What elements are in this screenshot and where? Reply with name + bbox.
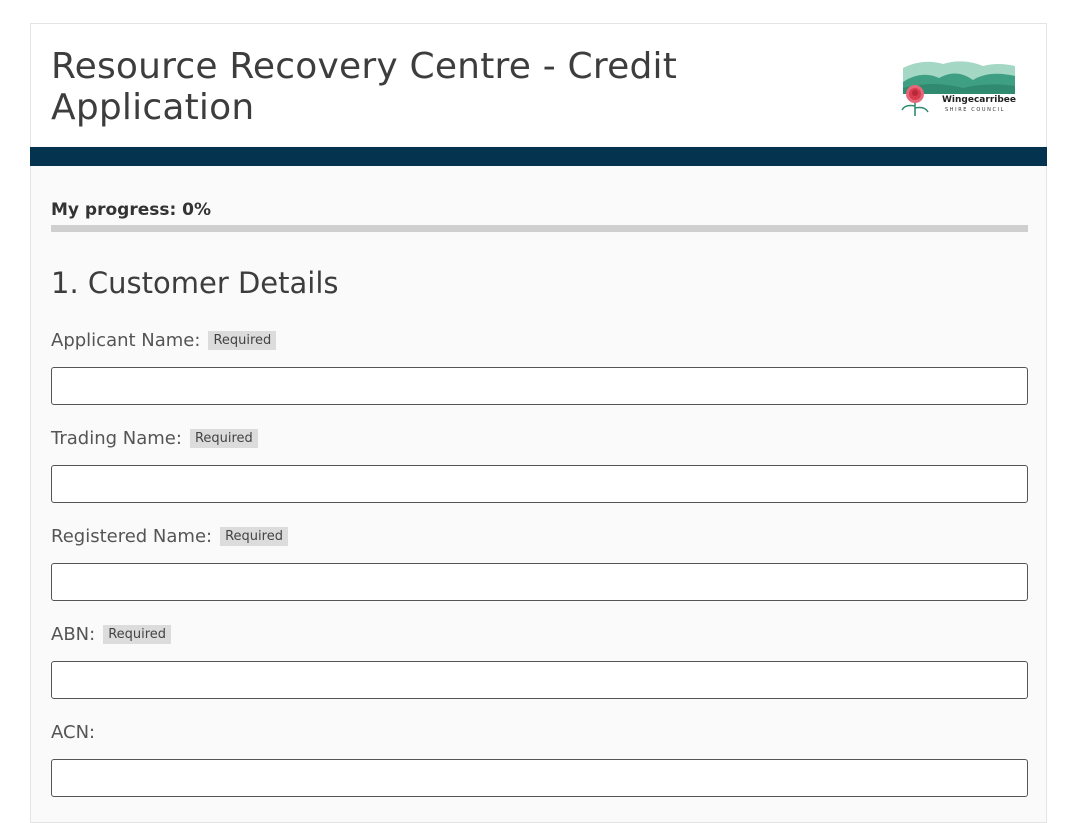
progress-bar [51,225,1028,232]
form-header: Resource Recovery Centre - Credit Applic… [31,24,1046,146]
field-label-text: Registered Name: [51,526,213,547]
applicant-name-label: Applicant Name: Required [51,330,277,351]
form-page: Resource Recovery Centre - Credit Applic… [30,23,1047,823]
required-badge: Required [103,625,172,644]
progress-label: My progress: 0% [51,200,212,220]
required-badge: Required [208,331,277,350]
required-badge: Required [189,429,258,448]
registered-name-input[interactable] [51,563,1028,601]
council-logo: Wingecarribee SHIRE COUNCIL [893,58,1019,120]
abn-label: ABN: Required [51,624,172,645]
trading-name-label: Trading Name: Required [51,428,258,449]
section-title: 1. Customer Details [51,266,339,300]
acn-input[interactable] [51,759,1028,797]
registered-name-label: Registered Name: Required [51,526,288,547]
trading-name-input[interactable] [51,465,1028,503]
page-title: Resource Recovery Centre - Credit Applic… [51,46,678,128]
applicant-name-input[interactable] [51,367,1028,405]
logo-subtitle: SHIRE COUNCIL [945,107,1006,113]
field-label-text: Trading Name: [51,428,182,449]
field-label-text: ACN: [51,722,96,743]
acn-label: ACN: [51,722,95,743]
required-badge: Required [220,527,288,546]
field-label-text: Applicant Name: [51,330,201,351]
logo-name: Wingecarribee [942,95,1016,105]
abn-input[interactable] [51,661,1028,699]
field-label-text: ABN: [51,624,96,645]
header-band [30,147,1047,166]
